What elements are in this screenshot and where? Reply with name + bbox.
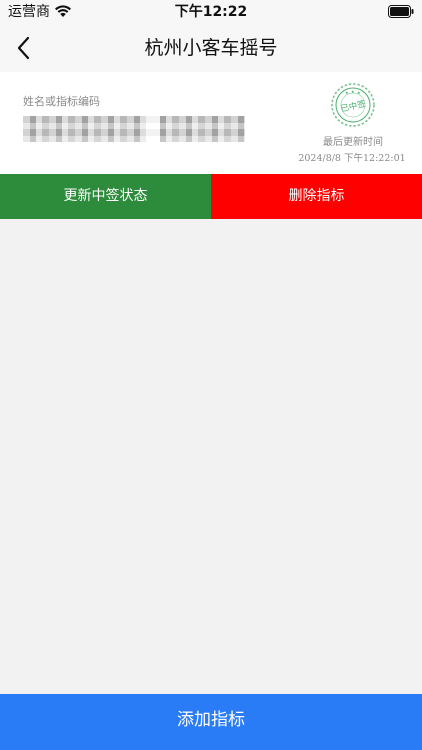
won-stamp-icon: ★ ★ ★ 已中签 — [331, 83, 375, 127]
action-row: 更新中签状态 删除指标 — [0, 174, 422, 219]
add-quota-button[interactable]: 添加指标 — [0, 694, 422, 750]
delete-quota-button[interactable]: 删除指标 — [211, 174, 422, 219]
field-label: 姓名或指标编码 — [23, 95, 100, 108]
update-status-button[interactable]: 更新中签状态 — [0, 174, 211, 219]
clock: 下午12:22 — [174, 4, 248, 20]
status-bar: 运营商 下午12:22 — [0, 0, 422, 26]
svg-text:★: ★ — [345, 90, 349, 95]
app-screen: 运营商 下午12:22 杭州小客车摇号 姓名或指标编码 ★ ★ ★ 已中签 最后… — [0, 0, 422, 750]
last-updated-label: 最后更新时间 — [323, 137, 383, 148]
page-title: 杭州小客车摇号 — [144, 37, 278, 59]
redacted-gap — [146, 116, 160, 142]
navigation-bar: 杭州小客车摇号 — [0, 26, 422, 72]
last-updated-time: 2024/8/8 下午12:22:01 — [298, 153, 406, 164]
redacted-value — [23, 116, 245, 142]
battery-icon — [388, 5, 414, 18]
quota-card: 姓名或指标编码 ★ ★ ★ 已中签 最后更新时间 2024/8/8 下午12:2… — [0, 72, 422, 174]
svg-text:★: ★ — [357, 90, 361, 95]
svg-text:★: ★ — [351, 89, 355, 94]
